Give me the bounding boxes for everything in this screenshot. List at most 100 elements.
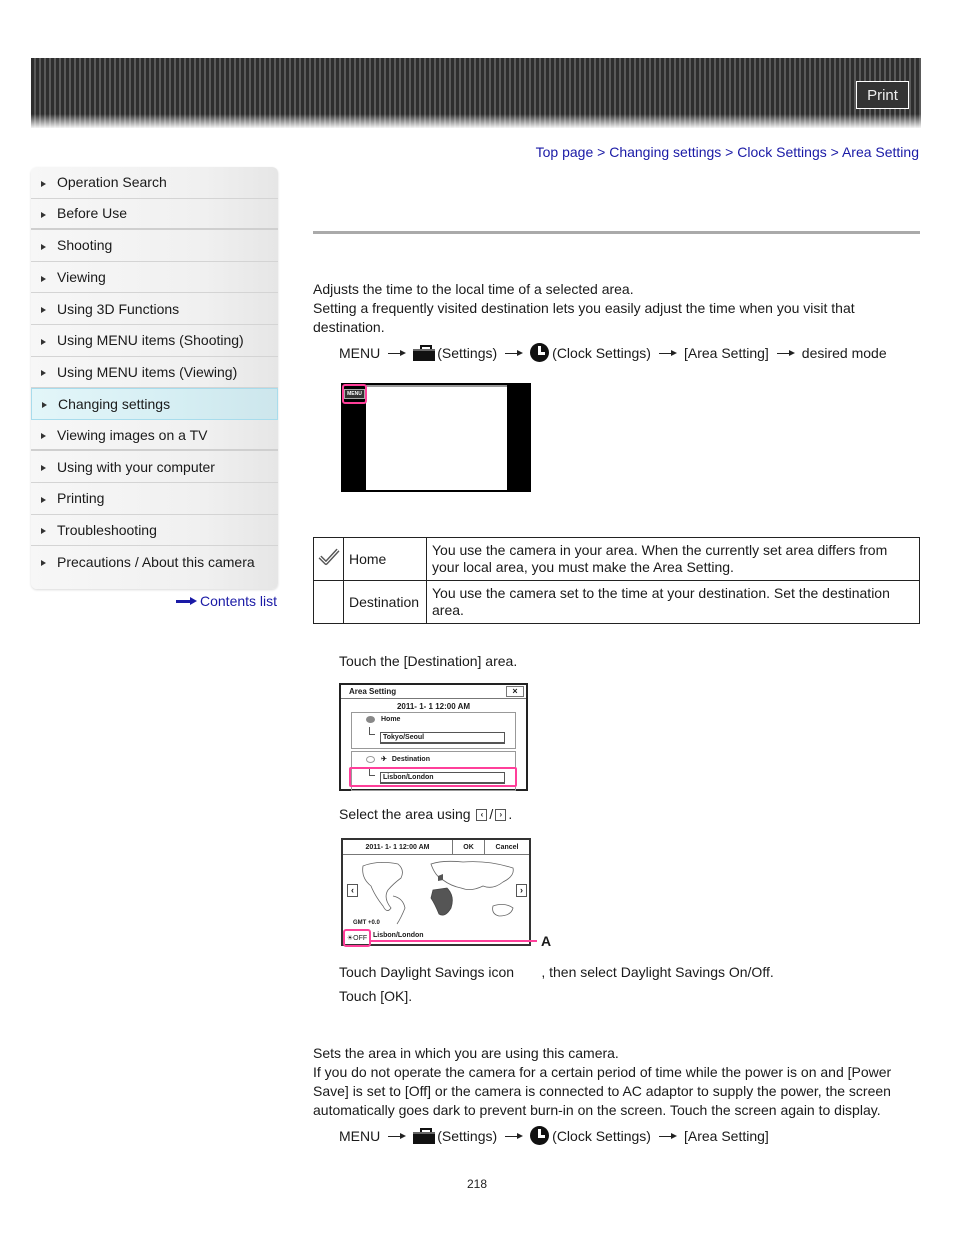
contents-list-link[interactable]: Contents list: [176, 593, 277, 609]
sidebar-item-troubleshooting[interactable]: Troubleshooting: [31, 515, 278, 547]
sidebar-item-shooting[interactable]: Shooting: [31, 230, 278, 262]
sidebar-item-printing[interactable]: Printing: [31, 483, 278, 515]
step-2-separator: /: [489, 806, 494, 822]
path-desired-mode: desired mode: [801, 344, 887, 361]
sidebar-item-3d-functions[interactable]: Using 3D Functions: [31, 293, 278, 325]
sidebar-item-label: Using 3D Functions: [57, 300, 180, 317]
sidebar-item-viewing[interactable]: Viewing: [31, 262, 278, 294]
path-menu: MENU: [339, 1127, 381, 1144]
sidebar-item-label: Printing: [57, 490, 105, 507]
path-settings: (Settings): [437, 344, 498, 361]
sidebar-item-label: Using MENU items (Viewing): [57, 363, 238, 380]
destination-row: ✈ Destination: [352, 755, 515, 763]
triangle-right-icon: [41, 180, 46, 187]
intro-line-1: Adjusts the time to the local time of a …: [313, 281, 634, 297]
sidebar-nav: Operation Search Before Use Shooting Vie…: [31, 167, 278, 589]
breadcrumb-top-page[interactable]: Top page: [536, 144, 594, 160]
mode-table: Home You use the camera in your area. Wh…: [313, 537, 920, 624]
step-2-text: Select the area using ‹ / ›.: [339, 805, 512, 824]
screen-title: Area Setting: [349, 687, 397, 696]
toolbox-settings-icon: [413, 344, 436, 361]
tree-corner-icon: [369, 727, 375, 735]
map-right-arrow-icon: ›: [516, 884, 527, 897]
sidebar-item-precautions[interactable]: Precautions / About this camera: [31, 546, 278, 578]
airplane-icon: ✈: [381, 756, 387, 763]
path-area-setting: [Area Setting]: [683, 344, 769, 361]
sidebar-item-computer[interactable]: Using with your computer: [31, 451, 278, 483]
arrow-right-icon: [505, 1132, 524, 1140]
step-3-text: Touch Daylight Savings icon , then selec…: [339, 964, 774, 980]
clock-icon: [530, 343, 550, 362]
triangle-right-icon: [41, 211, 46, 218]
callout-label: A: [541, 933, 552, 949]
breadcrumb-clock-settings[interactable]: Clock Settings: [737, 144, 826, 160]
sidebar-item-menu-shooting[interactable]: Using MENU items (Shooting): [31, 325, 278, 357]
checkmark-icon: [318, 548, 339, 565]
path-settings: (Settings): [437, 1127, 498, 1144]
sidebar-item-label: Using with your computer: [57, 458, 215, 475]
radio-empty-icon: [366, 755, 375, 763]
cancel-button-illustration: Cancel: [495, 843, 519, 851]
print-button[interactable]: Print: [856, 81, 909, 109]
arrow-right-icon: [176, 597, 198, 605]
arrow-right-icon: [658, 1132, 677, 1140]
arrow-right-icon: [658, 349, 677, 357]
triangle-right-icon: [41, 465, 46, 472]
breadcrumb-separator: >: [830, 144, 839, 160]
triangle-right-icon: [41, 528, 46, 535]
triangle-right-icon: [41, 370, 46, 377]
daylight-savings-icon: ☀OFF: [343, 929, 371, 947]
triangle-right-icon: [41, 243, 46, 250]
path-area-setting: [Area Setting]: [683, 1127, 769, 1144]
page-number: 218: [466, 1177, 488, 1191]
destination-highlight: [349, 767, 517, 787]
table-cell-name: Destination: [343, 580, 427, 624]
left-arrow-icon: ‹: [476, 808, 488, 821]
step-1-text: Touch the [Destination] area.: [339, 653, 518, 669]
map-left-arrow-icon: ‹: [347, 884, 358, 897]
triangle-right-icon: [41, 433, 46, 440]
sidebar-item-label: Operation Search: [57, 174, 167, 191]
home-box: Home Tokyo/Seoul: [351, 712, 516, 749]
sidebar-item-label: Shooting: [57, 237, 113, 254]
sidebar-item-label: Before Use: [57, 205, 128, 222]
sidebar-item-label: Viewing images on a TV: [57, 426, 208, 443]
map-top-bar: 2011- 1- 1 12:00 AM OK Cancel: [343, 840, 529, 855]
table-cell-desc: You use the camera in your area. When th…: [426, 537, 920, 581]
path-menu: MENU: [339, 344, 381, 361]
home-row: Home: [352, 716, 515, 723]
radio-selected-icon: [366, 716, 375, 723]
breadcrumb: Top page > Changing settings > Clock Set…: [536, 144, 919, 160]
home-label: Home: [381, 716, 401, 723]
menu-path-2: MENU (Settings) (Clock Settings) [Area S…: [339, 1126, 769, 1145]
sidebar-item-label: Viewing: [57, 269, 106, 286]
breadcrumb-separator: >: [597, 144, 606, 160]
arrow-right-icon: [505, 349, 524, 357]
table-cell-desc: You use the camera set to the time at yo…: [426, 580, 920, 624]
toolbox-settings-icon: [413, 1127, 436, 1144]
sidebar-item-viewing-tv[interactable]: Viewing images on a TV: [31, 420, 278, 452]
breadcrumb-changing-settings[interactable]: Changing settings: [609, 144, 721, 160]
section-2-text: Sets the area in which you are using thi…: [313, 1044, 913, 1120]
step-2-label: Select the area using: [339, 806, 471, 822]
intro-text: Adjusts the time to the local time of a …: [313, 280, 913, 337]
ok-button-illustration: OK: [453, 840, 485, 854]
sidebar-item-menu-viewing[interactable]: Using MENU items (Viewing): [31, 357, 278, 389]
sidebar-item-operation-search[interactable]: Operation Search: [31, 167, 278, 199]
section-2-line-2: If you do not operate the camera for a c…: [313, 1064, 892, 1118]
contents-list-label: Contents list: [200, 593, 278, 609]
triangle-right-icon: [41, 560, 46, 567]
arrow-right-icon: [388, 349, 407, 357]
triangle-right-icon: [41, 307, 46, 314]
breadcrumb-separator: >: [725, 144, 734, 160]
callout-line: [370, 940, 537, 942]
menu-button-highlight: MENU: [342, 384, 367, 404]
world-map-icon: [362, 860, 514, 925]
destination-label: Destination: [391, 755, 430, 763]
triangle-right-icon: [42, 402, 47, 409]
sidebar-item-changing-settings[interactable]: Changing settings: [31, 388, 278, 420]
sidebar-item-before-use[interactable]: Before Use: [31, 199, 278, 231]
breadcrumb-area-setting[interactable]: Area Setting: [842, 144, 919, 160]
screen-display-area: [366, 385, 507, 490]
menu-path-1: MENU (Settings) (Clock Settings) [Area S…: [339, 343, 887, 362]
